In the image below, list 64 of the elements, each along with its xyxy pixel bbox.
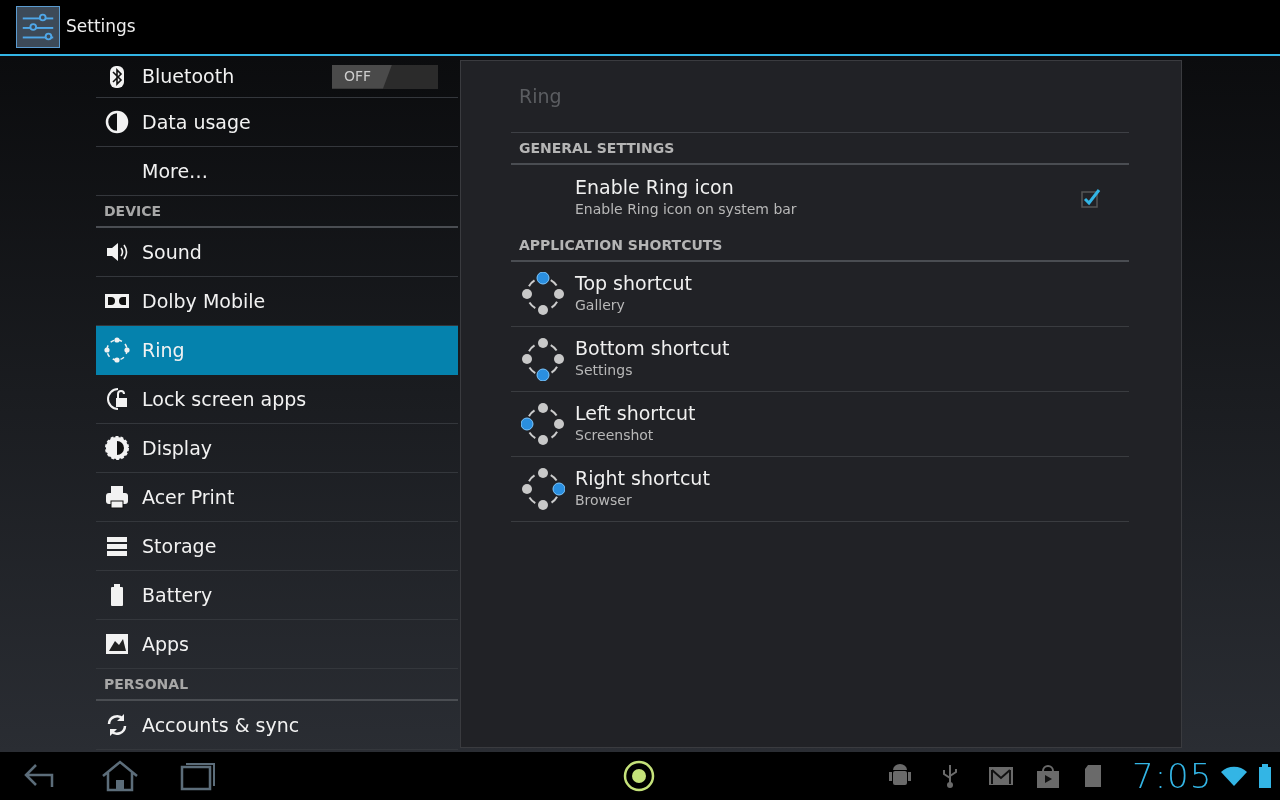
sidebar-item[interactable]: Sound: [96, 228, 458, 277]
item-label: Data usage: [142, 109, 251, 135]
apps-icon: [104, 631, 130, 657]
preference-row[interactable]: Right shortcut Browser: [511, 457, 1129, 522]
app-title: Settings: [66, 15, 136, 39]
preference-row[interactable]: Top shortcut Gallery: [511, 262, 1129, 327]
preference-summary: Screenshot: [575, 426, 654, 446]
item-label: Bluetooth: [142, 64, 235, 90]
sidebar-item[interactable]: More…: [96, 147, 458, 196]
sd-card-icon: [1084, 764, 1102, 788]
ring-dot-icon[interactable]: [622, 759, 656, 793]
section-header: GENERAL SETTINGS: [511, 133, 1129, 165]
preference-summary: Gallery: [575, 296, 625, 316]
item-label: Battery: [142, 582, 213, 608]
preference-title: Left shortcut: [575, 402, 696, 427]
toggle-switch[interactable]: OFF: [332, 64, 438, 89]
usb-icon: [940, 763, 960, 789]
item-label: More…: [142, 158, 209, 184]
preference-summary: Settings: [575, 361, 633, 381]
panel-title: Ring: [511, 61, 1129, 133]
envelope-icon: [988, 765, 1014, 787]
shopping-bag-icon: [1036, 763, 1060, 789]
preference-title: Top shortcut: [575, 272, 692, 297]
section-header: DEVICE: [96, 196, 458, 228]
section-header: PERSONAL: [96, 669, 458, 701]
item-label: Apps: [142, 631, 190, 657]
sidebar-item[interactable]: Ring: [96, 326, 458, 375]
brightness-icon: [104, 435, 130, 461]
item-label: Acer Print: [142, 484, 235, 510]
sidebar-item[interactable]: Apps: [96, 620, 458, 669]
preference-title: Right shortcut: [575, 467, 710, 492]
settings-sliders-icon[interactable]: [16, 6, 60, 48]
sidebar-item[interactable]: Bluetooth OFF: [96, 56, 458, 98]
item-label: Ring: [142, 337, 185, 363]
item-label: Display: [142, 435, 213, 461]
sidebar-item[interactable]: Battery: [96, 571, 458, 620]
item-label: Sound: [142, 239, 202, 265]
preference-row[interactable]: Left shortcut Screenshot: [511, 392, 1129, 457]
preference-row[interactable]: Bottom shortcut Settings: [511, 327, 1129, 392]
dotted-ring-icon: [104, 337, 130, 363]
preference-summary: Enable Ring icon on system bar: [575, 199, 797, 219]
item-label: Accounts & sync: [142, 712, 300, 738]
clock: 7:05: [1132, 759, 1213, 793]
sidebar-item[interactable]: Data usage: [96, 98, 458, 147]
sidebar-item[interactable]: Lock screen apps: [96, 375, 458, 424]
preference-row[interactable]: Enable Ring icon Enable Ring icon on system bar: [511, 165, 1129, 230]
sidebar-item[interactable]: Acer Print: [96, 473, 458, 522]
sidebar-item[interactable]: Accounts & sync: [96, 701, 458, 750]
sidebar-item[interactable]: Storage: [96, 522, 458, 571]
home-icon[interactable]: [100, 759, 140, 793]
preference-title: Enable Ring icon: [575, 175, 734, 200]
printer-icon: [104, 484, 130, 510]
item-label: Dolby Mobile: [142, 288, 266, 314]
item-label: Storage: [142, 533, 217, 559]
sidebar-item[interactable]: Display: [96, 424, 458, 473]
item-label: Lock screen apps: [142, 386, 307, 412]
recent-apps-icon[interactable]: [180, 761, 216, 791]
wifi-icon: [1220, 765, 1249, 787]
section-header: APPLICATION SHORTCUTS: [511, 230, 1129, 262]
preference-summary: Browser: [575, 491, 632, 511]
preference-title: Bottom shortcut: [575, 337, 730, 362]
pie-chart-icon: [104, 109, 130, 135]
battery-icon: [1258, 763, 1273, 789]
lock-icon: [104, 386, 130, 412]
